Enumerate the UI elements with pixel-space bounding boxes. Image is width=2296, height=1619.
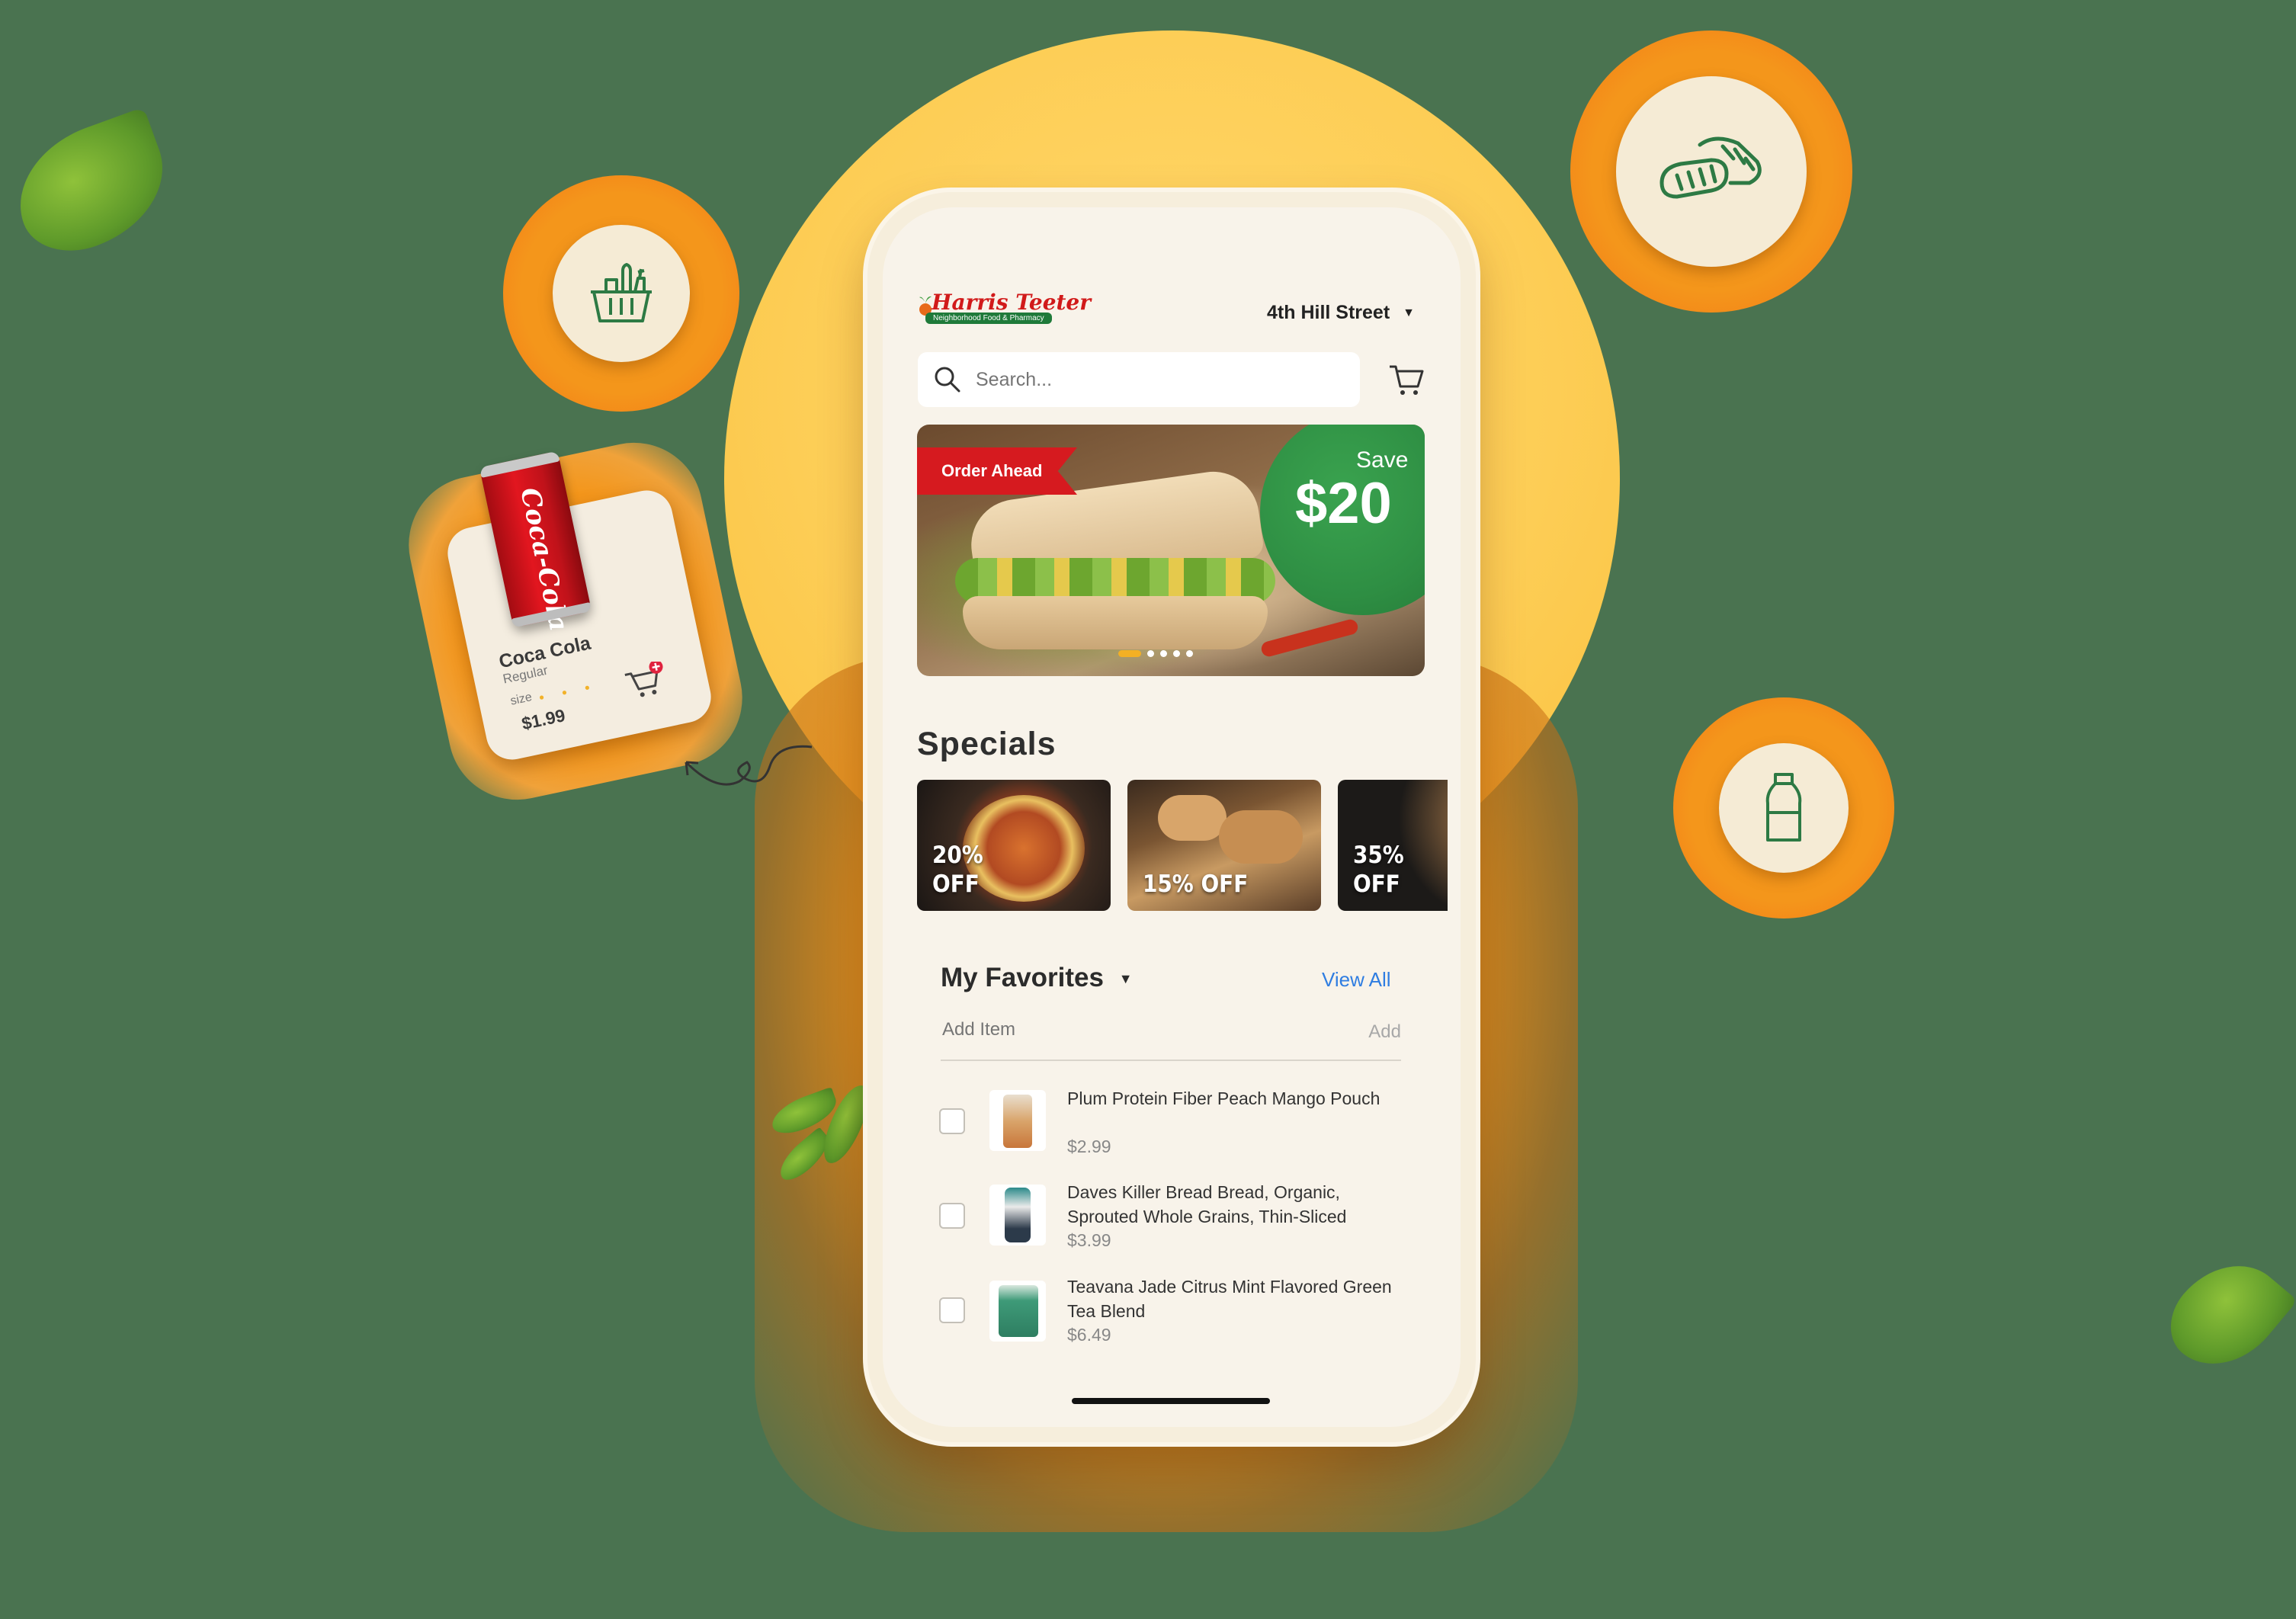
brand-tagline: Neighborhood Food & Pharmacy [925,313,1052,324]
product-image [989,1281,1046,1342]
arrow-decoration [685,745,813,786]
carousel-dot[interactable] [1160,650,1167,657]
grocery-badge-core [553,225,690,362]
bread-badge-core [1616,76,1807,267]
promo-product-card[interactable] [443,486,716,765]
carousel-dot[interactable] [1186,650,1193,657]
order-ahead-tag: Order Ahead [917,447,1077,495]
favorite-item[interactable]: Daves Killer Bread Bread, Organic, Sprou… [939,1180,1404,1268]
save-label: Save [1356,447,1409,473]
favorite-checkbox[interactable] [939,1108,965,1134]
cart-icon[interactable] [1387,362,1425,397]
special-discount-line1: 35% [1353,842,1404,869]
sandwich-bottom [963,596,1268,649]
product-price: $6.49 [1067,1325,1111,1345]
favorite-checkbox[interactable] [939,1203,965,1229]
brand-name: Harris Teeter [932,290,1092,315]
pouch-shape [1003,1095,1032,1148]
product-name: Plum Protein Fiber Peach Mango Pouch [1067,1088,1380,1108]
add-item-row: Add [941,1018,1401,1061]
search-bar[interactable] [918,352,1360,407]
carousel-dot[interactable] [1147,650,1154,657]
add-button[interactable]: Add [1368,1021,1401,1043]
bread-image [1219,810,1303,864]
specials-carousel[interactable]: 20% OFF 15% OFF 35% OFF [917,780,1448,911]
location-selector[interactable]: 4th Hill Street ▼ [1267,302,1415,324]
leaf-decoration [0,107,183,267]
product-image [989,1090,1046,1151]
carousel-dot[interactable] [1173,650,1180,657]
product-image [989,1185,1046,1246]
product-price: $2.99 [1067,1137,1111,1156]
save-badge: Save $20 [1260,425,1425,615]
leaf-decoration [2153,1241,2296,1389]
search-icon [935,367,960,393]
milk-badge-core [1719,743,1849,873]
milk-badge [1673,697,1894,919]
favorite-item[interactable]: Plum Protein Fiber Peach Mango Pouch $2.… [939,1086,1404,1174]
special-discount-line2: OFF [1353,870,1400,898]
location-label: 4th Hill Street [1267,302,1390,323]
tea-tin-shape [999,1285,1038,1337]
search-input[interactable] [974,367,1336,392]
favorite-item[interactable]: Teavana Jade Citrus Mint Flavored Green … [939,1274,1404,1362]
product-name: Teavana Jade Citrus Mint Flavored Green … [1067,1277,1392,1321]
chevron-down-icon: ▼ [1118,971,1133,986]
special-card-snack[interactable]: 35% OFF [1338,780,1448,911]
carousel-dot[interactable] [1118,650,1141,657]
bread-badge [1570,30,1852,313]
home-indicator[interactable] [1072,1398,1270,1404]
view-all-link[interactable]: View All [1322,968,1391,992]
chevron-down-icon: ▼ [1403,306,1415,319]
special-discount-line2: OFF [932,870,980,898]
special-discount: 20% OFF [932,841,983,899]
special-card-pizza[interactable]: 20% OFF [917,780,1111,911]
carousel-dots[interactable] [1118,650,1193,657]
product-price: $3.99 [1067,1230,1111,1250]
bread-image [1158,795,1227,841]
special-card-bread[interactable]: 15% OFF [1127,780,1321,911]
add-to-cart-icon[interactable] [624,662,668,700]
pepper-image [1259,617,1360,659]
specials-heading: Specials [917,726,1057,762]
special-discount-line1: 20% [932,842,983,869]
promo-banner[interactable]: Order Ahead Save $20 [917,425,1425,676]
milk-bottle-icon [1765,773,1802,842]
grocery-basket-icon [591,263,652,322]
special-discount-line1: 15% OFF [1143,870,1249,898]
bread-bag-shape [1005,1188,1031,1242]
favorites-dropdown[interactable]: My Favorites ▼ [941,963,1133,993]
product-name: Daves Killer Bread Bread, Organic, Sprou… [1067,1182,1347,1226]
grocery-badge [503,175,739,412]
favorite-checkbox[interactable] [939,1297,965,1323]
add-item-input[interactable] [941,1018,1310,1041]
bread-icon [1659,136,1762,199]
special-discount: 35% OFF [1353,841,1404,899]
save-amount: $20 [1295,471,1392,536]
favorites-heading: My Favorites [941,963,1104,992]
order-ahead-label: Order Ahead [941,461,1043,480]
special-discount: 15% OFF [1143,870,1248,899]
can-logo: Coca-Cola [514,485,575,634]
